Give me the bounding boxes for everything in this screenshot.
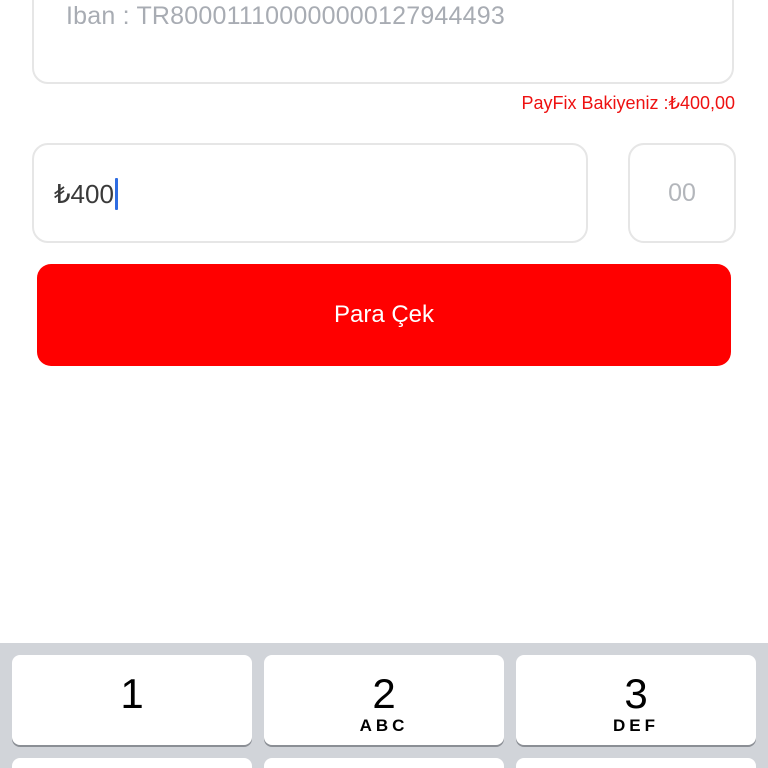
- key-1[interactable]: 1: [12, 655, 252, 745]
- cents-field: [628, 143, 736, 243]
- key-number: 1: [120, 670, 144, 717]
- iban-text: Iban : TR800011100000000127944493: [66, 2, 505, 30]
- key-letters: ABC: [359, 716, 409, 735]
- key-4-partial[interactable]: [12, 758, 252, 768]
- withdraw-screen: Iban : TR800011100000000127944493 PayFix…: [0, 0, 768, 768]
- key-letters: DEF: [613, 716, 659, 735]
- amount-value: ₺400: [54, 178, 114, 209]
- iban-field[interactable]: Iban : TR800011100000000127944493: [32, 0, 734, 84]
- key-3[interactable]: 3 DEF: [516, 655, 756, 745]
- text-caret: [114, 178, 118, 210]
- cents-input[interactable]: [630, 145, 734, 241]
- key-number: 2: [372, 670, 396, 717]
- key-number: 3: [624, 670, 648, 717]
- amount-input[interactable]: ₺400: [32, 143, 588, 243]
- payfix-balance-label: PayFix Bakiyeniz :₺400,00: [521, 93, 735, 113]
- key-2[interactable]: 2 ABC: [264, 655, 504, 745]
- numeric-keyboard: 1 2 ABC 3 DEF: [0, 643, 768, 768]
- amount-value-wrap: ₺400: [54, 178, 118, 210]
- key-5-partial[interactable]: [264, 758, 504, 768]
- key-6-partial[interactable]: [516, 758, 756, 768]
- withdraw-button[interactable]: Para Çek: [37, 264, 731, 366]
